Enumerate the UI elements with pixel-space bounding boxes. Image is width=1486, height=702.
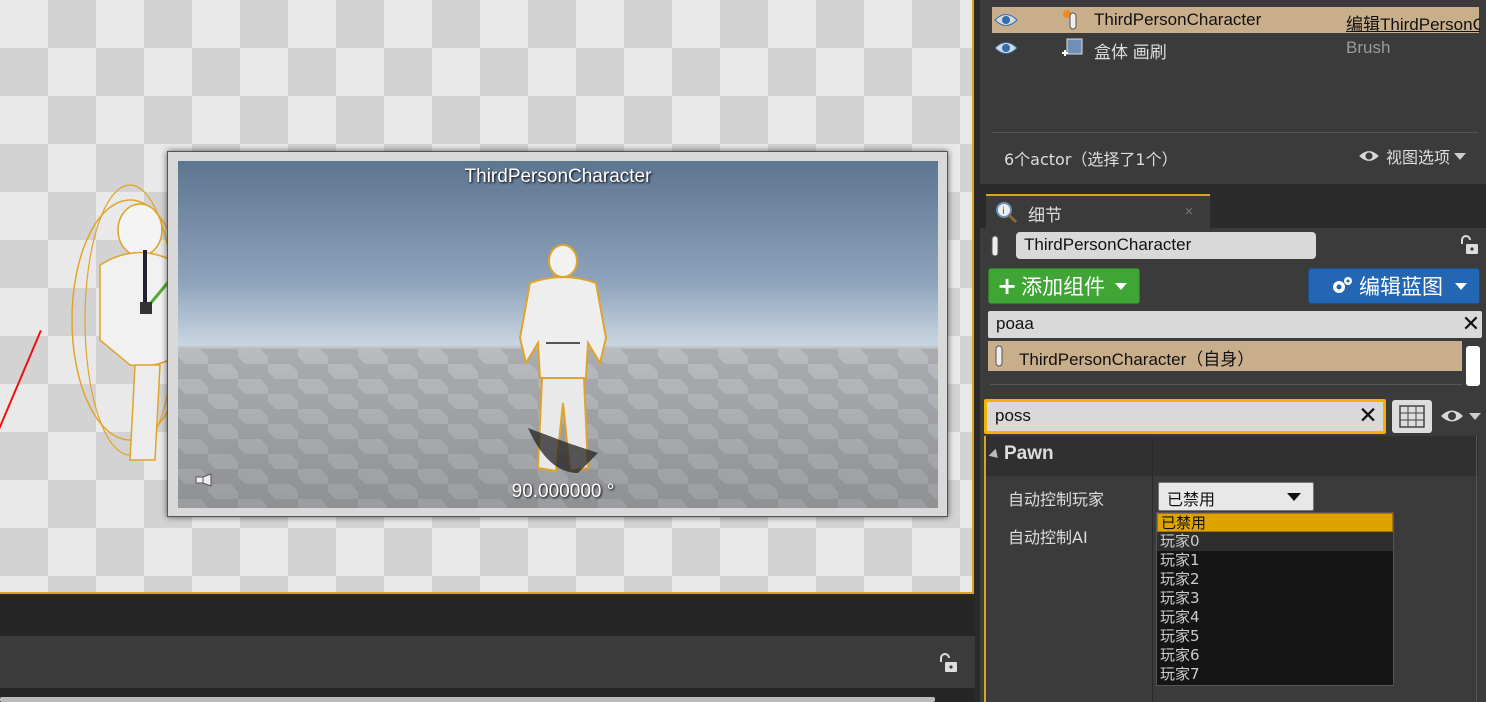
clear-search-icon[interactable]: ✕	[1460, 311, 1482, 338]
edit-blueprint-label: 编辑蓝图	[1359, 275, 1443, 299]
chevron-down-icon	[1455, 282, 1467, 290]
outliner-actor-count: 6个actor（选择了1个）	[1004, 150, 1178, 169]
outliner-row-name: 盒体 画刷	[1094, 43, 1167, 62]
svg-text:i: i	[1002, 206, 1005, 217]
add-component-button[interactable]: + 添加组件	[988, 268, 1140, 304]
category-header-pawn[interactable]	[986, 436, 1478, 476]
chevron-down-icon	[1287, 493, 1301, 501]
preview-angle-readout: 90.000000 °	[511, 481, 615, 502]
magnifier-icon: i	[996, 202, 1018, 224]
camera-preview-window: ThirdPersonCharacter 90.000000 °	[167, 151, 948, 517]
chevron-down-icon	[1469, 412, 1481, 420]
dropdown-option[interactable]: 玩家4	[1157, 608, 1393, 627]
clear-search-icon[interactable]: ✕	[1354, 402, 1382, 430]
property-auto-possess-ai-label: 自动控制AI	[1008, 528, 1088, 547]
level-viewport[interactable]: ThirdPersonCharacter 90.000000 °	[0, 0, 972, 592]
add-component-label: 添加组件	[1021, 275, 1106, 299]
tab-details[interactable]: i 细节 ×	[986, 194, 1210, 228]
close-icon[interactable]: ×	[1184, 204, 1194, 218]
component-list-scrollbar[interactable]	[1466, 346, 1480, 386]
category-label-pawn: Pawn	[1004, 443, 1054, 464]
column-divider[interactable]	[1152, 436, 1153, 702]
eye-icon	[1441, 410, 1463, 422]
gears-icon	[1333, 277, 1352, 293]
chevron-down-icon	[1454, 152, 1467, 160]
eye-icon[interactable]	[994, 39, 1018, 57]
outliner-row-box-brush[interactable]: 盒体 画刷 Brush	[992, 35, 1479, 62]
eye-icon[interactable]	[994, 11, 1018, 29]
component-row-label: ThirdPersonCharacter（自身）	[1019, 350, 1255, 369]
dropdown-option[interactable]: 玩家5	[1157, 627, 1393, 646]
edit-blueprint-button[interactable]: 编辑蓝图	[1308, 268, 1480, 304]
pawn-icon	[991, 235, 999, 257]
camera-preview-view: ThirdPersonCharacter 90.000000 °	[178, 161, 938, 508]
outliner-row-type: Brush	[1346, 38, 1391, 57]
property-auto-possess-player-label: 自动控制玩家	[1008, 490, 1105, 509]
outliner-row-type-link[interactable]: 编辑ThirdPersonCharacter	[1346, 10, 1480, 35]
x-axis-line	[0, 330, 42, 592]
dropdown-option[interactable]: 玩家0	[1157, 532, 1393, 551]
auto-possess-dropdown-list: 已禁用 玩家0 玩家1 玩家2 玩家3 玩家4 玩家5 玩家6 玩家7	[1156, 512, 1394, 686]
component-row-self[interactable]: ThirdPersonCharacter（自身）	[988, 341, 1462, 371]
dropdown-option[interactable]: 玩家6	[1157, 646, 1393, 665]
eye-icon	[1359, 151, 1379, 161]
component-list-divider	[990, 384, 1462, 385]
brush-icon	[1062, 38, 1083, 56]
property-search-input[interactable]: poss	[984, 399, 1386, 434]
actor-name-field[interactable]: ThirdPersonCharacter	[1016, 232, 1316, 259]
lock-icon[interactable]	[937, 652, 959, 674]
component-search-input[interactable]: poaa	[988, 311, 1482, 338]
character-mesh-preview	[518, 244, 608, 473]
outliner-row-thirdpersoncharacter[interactable]: ThirdPersonCharacter 编辑ThirdPersonCharac…	[992, 7, 1480, 35]
view-options-button[interactable]: 视图选项	[1356, 144, 1467, 168]
outliner-divider	[992, 132, 1478, 133]
lock-icon[interactable]	[1458, 234, 1480, 256]
plus-icon: +	[997, 272, 1018, 300]
dropdown-option[interactable]: 玩家2	[1157, 570, 1393, 589]
visibility-filter-button[interactable]	[1438, 406, 1484, 426]
outliner-row-name: ThirdPersonCharacter	[1094, 10, 1262, 29]
property-matrix-icon[interactable]	[1392, 400, 1432, 433]
chevron-down-icon	[1115, 282, 1128, 290]
dropdown-option[interactable]: 玩家1	[1157, 551, 1393, 570]
property-list-edge	[1476, 436, 1477, 702]
preview-title: ThirdPersonCharacter	[464, 166, 652, 187]
dropdown-option[interactable]: 玩家3	[1157, 589, 1393, 608]
dropdown-option[interactable]: 玩家7	[1157, 665, 1393, 684]
dropdown-option[interactable]: 已禁用	[1157, 513, 1393, 532]
bottom-panel	[0, 636, 975, 688]
pawn-icon	[1063, 10, 1077, 30]
auto-possess-player-select[interactable]: 已禁用	[1158, 482, 1314, 511]
bottom-scrollbar-thumb[interactable]	[0, 697, 935, 702]
tab-details-label: 细节	[1028, 206, 1062, 226]
pawn-icon	[995, 345, 1003, 367]
bottom-toolbar	[0, 596, 975, 636]
select-value: 已禁用	[1167, 490, 1216, 509]
view-options-label: 视图选项	[1386, 148, 1451, 167]
